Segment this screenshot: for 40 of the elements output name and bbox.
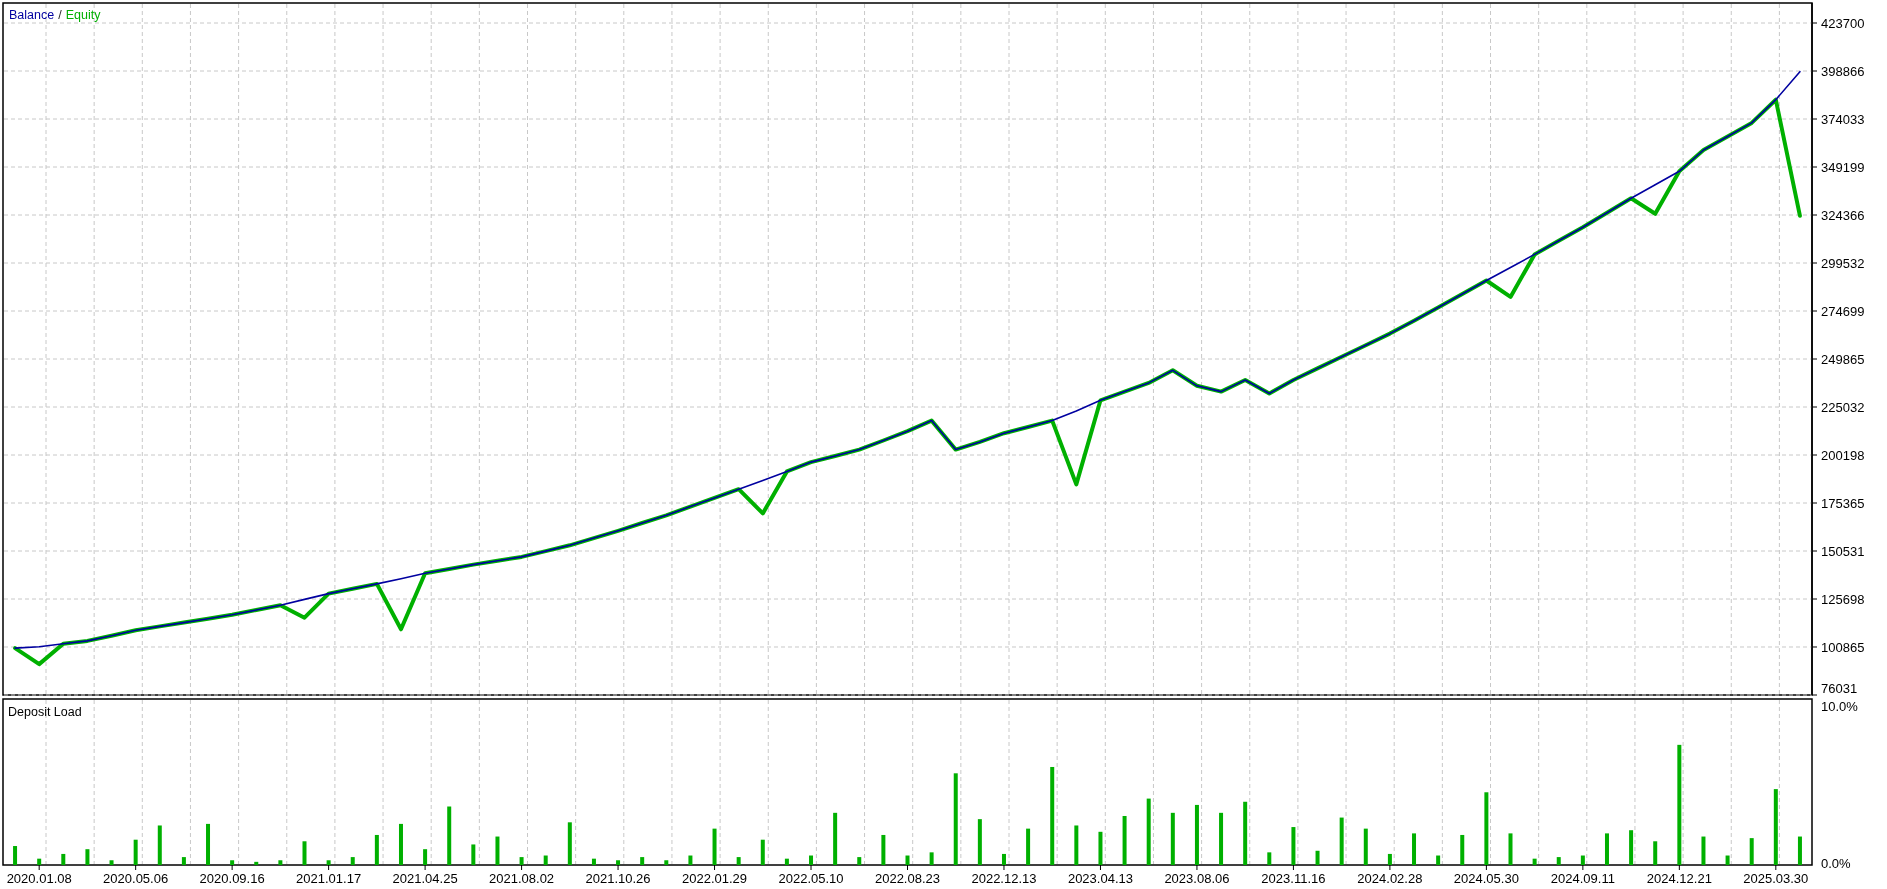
- x-axis-label: 2020.01.08: [6, 871, 72, 886]
- legend-separator: /: [58, 8, 62, 22]
- y-axis-label: 324366: [1821, 208, 1865, 223]
- x-axis-label: 2022.01.29: [682, 871, 748, 886]
- y-axis-label: 76031: [1821, 681, 1858, 696]
- x-axis-label: 2021.10.26: [585, 871, 651, 886]
- y-axis-label: 398866: [1821, 64, 1865, 79]
- y-axis-label: 200198: [1821, 448, 1865, 463]
- x-axis-label: 2024.02.28: [1357, 871, 1423, 886]
- y-axis-label: 125698: [1821, 592, 1865, 607]
- y-axis-label: 374033: [1821, 112, 1865, 127]
- x-axis-label: 2023.04.13: [1067, 871, 1133, 886]
- y-axis-label: 175365: [1821, 496, 1865, 511]
- x-axis-label: 2024.12.21: [1646, 871, 1712, 886]
- x-axis-label: 2022.12.13: [971, 871, 1037, 886]
- x-axis-label: 2022.08.23: [874, 871, 941, 886]
- x-axis-label: 2022.05.10: [778, 871, 844, 886]
- x-axis-label: 2024.09.11: [1550, 871, 1615, 886]
- y-axis-label: 299532: [1821, 256, 1865, 271]
- legend-label: Equity: [65, 8, 101, 22]
- y-axis-label: 150531: [1821, 544, 1865, 559]
- y-axis-label: 274699: [1821, 304, 1865, 319]
- x-axis-label: 2025.03.30: [1743, 871, 1809, 886]
- y-axis-label: 349199: [1821, 160, 1865, 175]
- y-axis-label: 249865: [1821, 352, 1865, 367]
- y-axis-label: 100865: [1821, 640, 1865, 655]
- x-axis-label: 2023.08.06: [1164, 871, 1230, 886]
- y-axis-label: 225032: [1821, 400, 1865, 415]
- x-axis-label: 2020.09.16: [199, 871, 265, 886]
- x-axis-label: 2021.01.17: [296, 871, 362, 886]
- x-axis-label: 2020.05.06: [103, 871, 169, 886]
- y-axis-label: 10.0%: [1821, 699, 1858, 715]
- x-axis-label: 2021.04.25: [392, 871, 458, 886]
- x-axis-label: 2021.08.02: [489, 871, 555, 886]
- legend-label: Balance: [9, 8, 55, 22]
- x-axis-label: 2023.11.16: [1261, 871, 1326, 886]
- x-axis-label: 2024.05.30: [1453, 871, 1519, 886]
- y-axis-label: 0.0%: [1821, 855, 1851, 871]
- chart-title: Deposit Load: [8, 705, 82, 719]
- y-axis-label: 423700: [1821, 16, 1865, 31]
